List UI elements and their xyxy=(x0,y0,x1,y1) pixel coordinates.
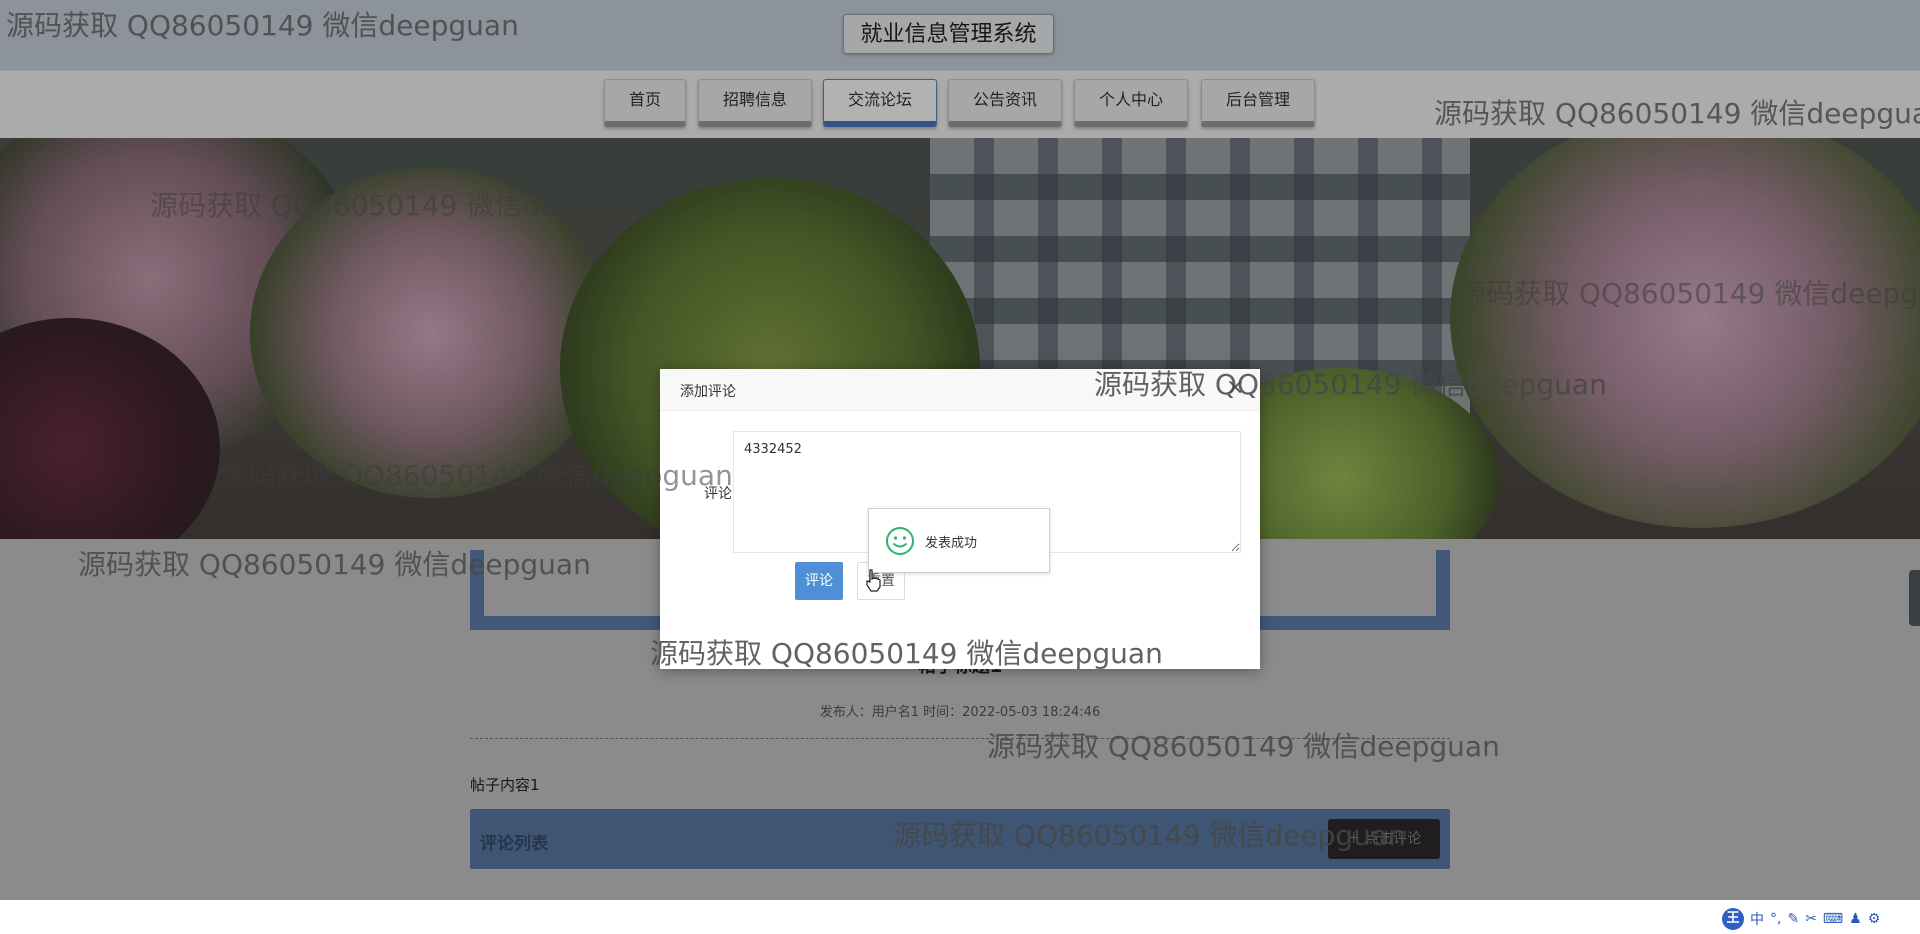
punctuation-icon[interactable]: °, xyxy=(1770,911,1781,927)
dialog-title: 添加评论 xyxy=(680,384,736,400)
pen-icon[interactable]: ✎ xyxy=(1787,911,1799,927)
submit-comment-button[interactable]: 评论 xyxy=(795,562,843,600)
watermark: 源码获取 QQ86050149 微信deepguan xyxy=(150,189,663,222)
watermark: 源码获取 QQ86050149 微信deepguan xyxy=(6,9,519,42)
hand-cursor-icon xyxy=(866,569,881,592)
watermark: 源码获取 QQ86050149 微信deepguan xyxy=(1458,277,1920,310)
ime-mode[interactable]: 中 xyxy=(1750,909,1764,929)
keyboard-icon[interactable]: ⌨ xyxy=(1823,911,1843,927)
shirt-icon[interactable]: ♟ xyxy=(1849,911,1862,927)
success-toast: 发表成功 xyxy=(868,508,1050,573)
ime-toolbar[interactable]: 王 中 °, ✎ ✂ ⌨ ♟ ⚙ xyxy=(1722,906,1918,932)
settings-icon[interactable]: ⚙ xyxy=(1868,911,1881,927)
watermark: 源码获取 QQ86050149 微信deepguan xyxy=(1434,97,1920,130)
scissors-icon[interactable]: ✂ xyxy=(1805,911,1817,927)
toast-message: 发表成功 xyxy=(925,536,978,551)
side-drawer-handle[interactable] xyxy=(1909,570,1920,626)
bottom-strip xyxy=(0,900,1920,934)
watermark: 源码获取 QQ86050149 微信deepguan xyxy=(987,730,1500,763)
watermark: 源码获取 QQ86050149 微信deepguan xyxy=(893,819,1406,852)
ime-logo-icon[interactable]: 王 xyxy=(1722,908,1744,930)
watermark: 源码获取 QQ86050149 微信deepguan xyxy=(650,637,1163,670)
watermark: 源码获取 QQ86050149 微信deepguan xyxy=(1094,368,1607,401)
smile-icon xyxy=(886,527,914,555)
watermark: 源码获取 QQ86050149 微信deepguan xyxy=(78,548,591,581)
watermark: 源码获取 QQ86050149 微信deepguan xyxy=(220,459,733,492)
